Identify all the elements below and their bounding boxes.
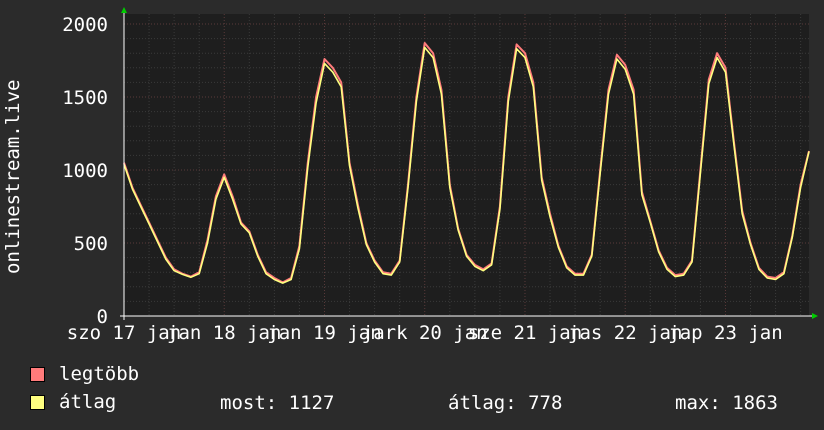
stat-atlag: átlag: 778 (448, 392, 563, 414)
plot-area (124, 14, 809, 316)
legend-item-legtobb: legtöbb (30, 363, 140, 385)
x-tick-label: jap 23 jan (668, 322, 782, 344)
y-axis-arrow (121, 7, 127, 13)
x-axis-arrow (812, 313, 818, 319)
x-tick-label: jan 18 jan (167, 322, 281, 344)
legtobb-swatch (30, 366, 45, 382)
line-chart: 0500100015002000 szo 17 janjan 18 janjan… (2, 7, 818, 344)
y-axis-label: onlinestream.live (2, 80, 24, 274)
x-tick-label: szo 17 jan (67, 322, 181, 344)
y-tick-label: 500 (74, 233, 108, 255)
y-axis-ticks: 0500100015002000 (62, 14, 108, 328)
x-tick-label: sze 21 jan (468, 322, 582, 344)
atlag-swatch (30, 394, 45, 410)
x-axis-ticks: szo 17 janjan 18 janjan 19 janjark 20 ja… (67, 322, 783, 344)
legend-label-legtobb: legtöbb (59, 363, 140, 385)
x-tick-label: jas 22 jan (568, 322, 682, 344)
y-tick-label: 2000 (62, 14, 108, 36)
legend-item-atlag: átlag (30, 391, 117, 413)
stat-max: max: 1863 (675, 392, 778, 414)
y-tick-label: 1000 (62, 160, 108, 182)
legend-label-atlag: átlag (59, 391, 117, 413)
y-tick-label: 1500 (62, 87, 108, 109)
stat-most: most: 1127 (220, 392, 335, 414)
